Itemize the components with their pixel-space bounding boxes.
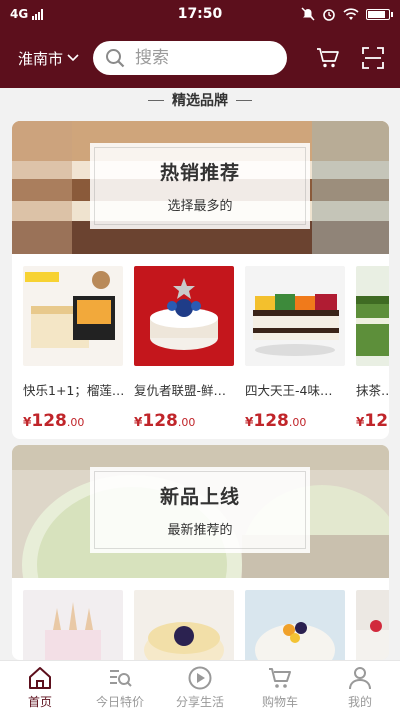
city-selector[interactable]: 淮南市 <box>18 48 79 69</box>
wifi-icon <box>343 7 359 20</box>
product-card[interactable] <box>356 590 389 660</box>
tab-label: 今日特价 <box>95 695 144 709</box>
product-name: 抹茶… <box>356 383 389 398</box>
product-price: ¥128.00 <box>23 411 85 431</box>
product-image <box>134 266 234 366</box>
top-bar: 淮南市 <box>0 28 400 88</box>
product-name: 四大天王-4味… <box>245 383 333 398</box>
signal-icon <box>32 8 44 20</box>
product-image <box>356 266 389 366</box>
city-label: 淮南市 <box>18 49 64 68</box>
bottom-tab-bar: 首页 今日特价 分享生活 购物车 我的 <box>0 660 400 710</box>
product-card[interactable] <box>134 590 234 660</box>
product-card[interactable]: 四大天王-4味… ¥128.00 <box>245 266 345 431</box>
new-arrivals-card: 新品上线 最新推荐的 <box>12 445 389 660</box>
product-image <box>134 590 234 660</box>
section-title: 精选品牌 <box>0 88 400 112</box>
user-icon <box>349 667 371 690</box>
tab-label: 分享生活 <box>175 695 224 709</box>
search-input[interactable] <box>135 48 256 68</box>
product-price: ¥128.00 <box>134 411 196 431</box>
tab-share-life[interactable]: 分享生活 <box>160 661 240 710</box>
chevron-down-icon <box>67 54 79 62</box>
product-image <box>23 266 123 366</box>
cart-icon[interactable] <box>316 47 340 69</box>
battery-icon <box>366 8 393 20</box>
network-type: 4G <box>10 7 29 21</box>
hot-recommend-banner[interactable]: 热销推荐 选择最多的 <box>12 121 389 254</box>
product-card[interactable] <box>23 590 123 660</box>
product-card[interactable]: 复仇者联盟-鲜… ¥128.00 <box>134 266 234 431</box>
scan-icon[interactable] <box>362 47 384 69</box>
product-card[interactable]: 快乐1+1；榴莲… ¥128.00 <box>23 266 123 431</box>
tab-home[interactable]: 首页 <box>0 661 80 710</box>
product-image <box>245 266 345 366</box>
product-price: ¥128.00 <box>245 411 307 431</box>
search-icon <box>106 49 125 68</box>
banner-subtitle: 选择最多的 <box>167 199 233 214</box>
section-title-text: 精选品牌 <box>172 93 228 109</box>
tab-cart[interactable]: 购物车 <box>240 661 320 710</box>
product-card[interactable] <box>245 590 345 660</box>
tab-label: 购物车 <box>261 695 298 709</box>
banner-label-box: 热销推荐 选择最多的 <box>90 143 310 229</box>
status-bar: 4G 17:50 <box>0 0 400 28</box>
tab-special-offer[interactable]: 今日特价 <box>80 661 160 710</box>
play-icon <box>188 666 212 690</box>
alarm-icon <box>323 9 335 21</box>
product-image <box>245 590 345 660</box>
product-list: 快乐1+1；榴莲… ¥128.00 复仇者联盟-鲜… ¥128.00 四大天王-… <box>12 254 389 431</box>
tab-label: 首页 <box>27 695 52 709</box>
special-offer-icon <box>110 670 132 687</box>
banner-subtitle: 最新推荐的 <box>167 523 233 538</box>
product-name: 复仇者联盟-鲜… <box>134 383 227 398</box>
banner-title: 热销推荐 <box>159 162 240 184</box>
product-price: ¥12 <box>356 411 389 431</box>
search-bar[interactable] <box>93 41 288 75</box>
banner-title: 新品上线 <box>159 486 240 508</box>
product-list <box>12 578 389 660</box>
home-icon <box>29 667 51 689</box>
product-image <box>23 590 123 660</box>
new-arrivals-banner[interactable]: 新品上线 最新推荐的 <box>12 445 389 578</box>
cart-icon <box>269 668 291 688</box>
product-card[interactable]: 抹茶… ¥12 <box>356 266 389 431</box>
network-indicator: 4G <box>10 7 44 21</box>
tab-label: 我的 <box>347 695 372 709</box>
product-image <box>356 590 389 660</box>
banner-label-box: 新品上线 最新推荐的 <box>90 467 310 553</box>
product-name: 快乐1+1；榴莲… <box>23 383 123 398</box>
mute-icon <box>301 7 315 21</box>
tab-mine[interactable]: 我的 <box>320 661 400 710</box>
hot-recommend-card: 热销推荐 选择最多的 快乐1+1；榴莲… ¥128.00 复仇者联盟-鲜… ¥1… <box>12 121 389 439</box>
